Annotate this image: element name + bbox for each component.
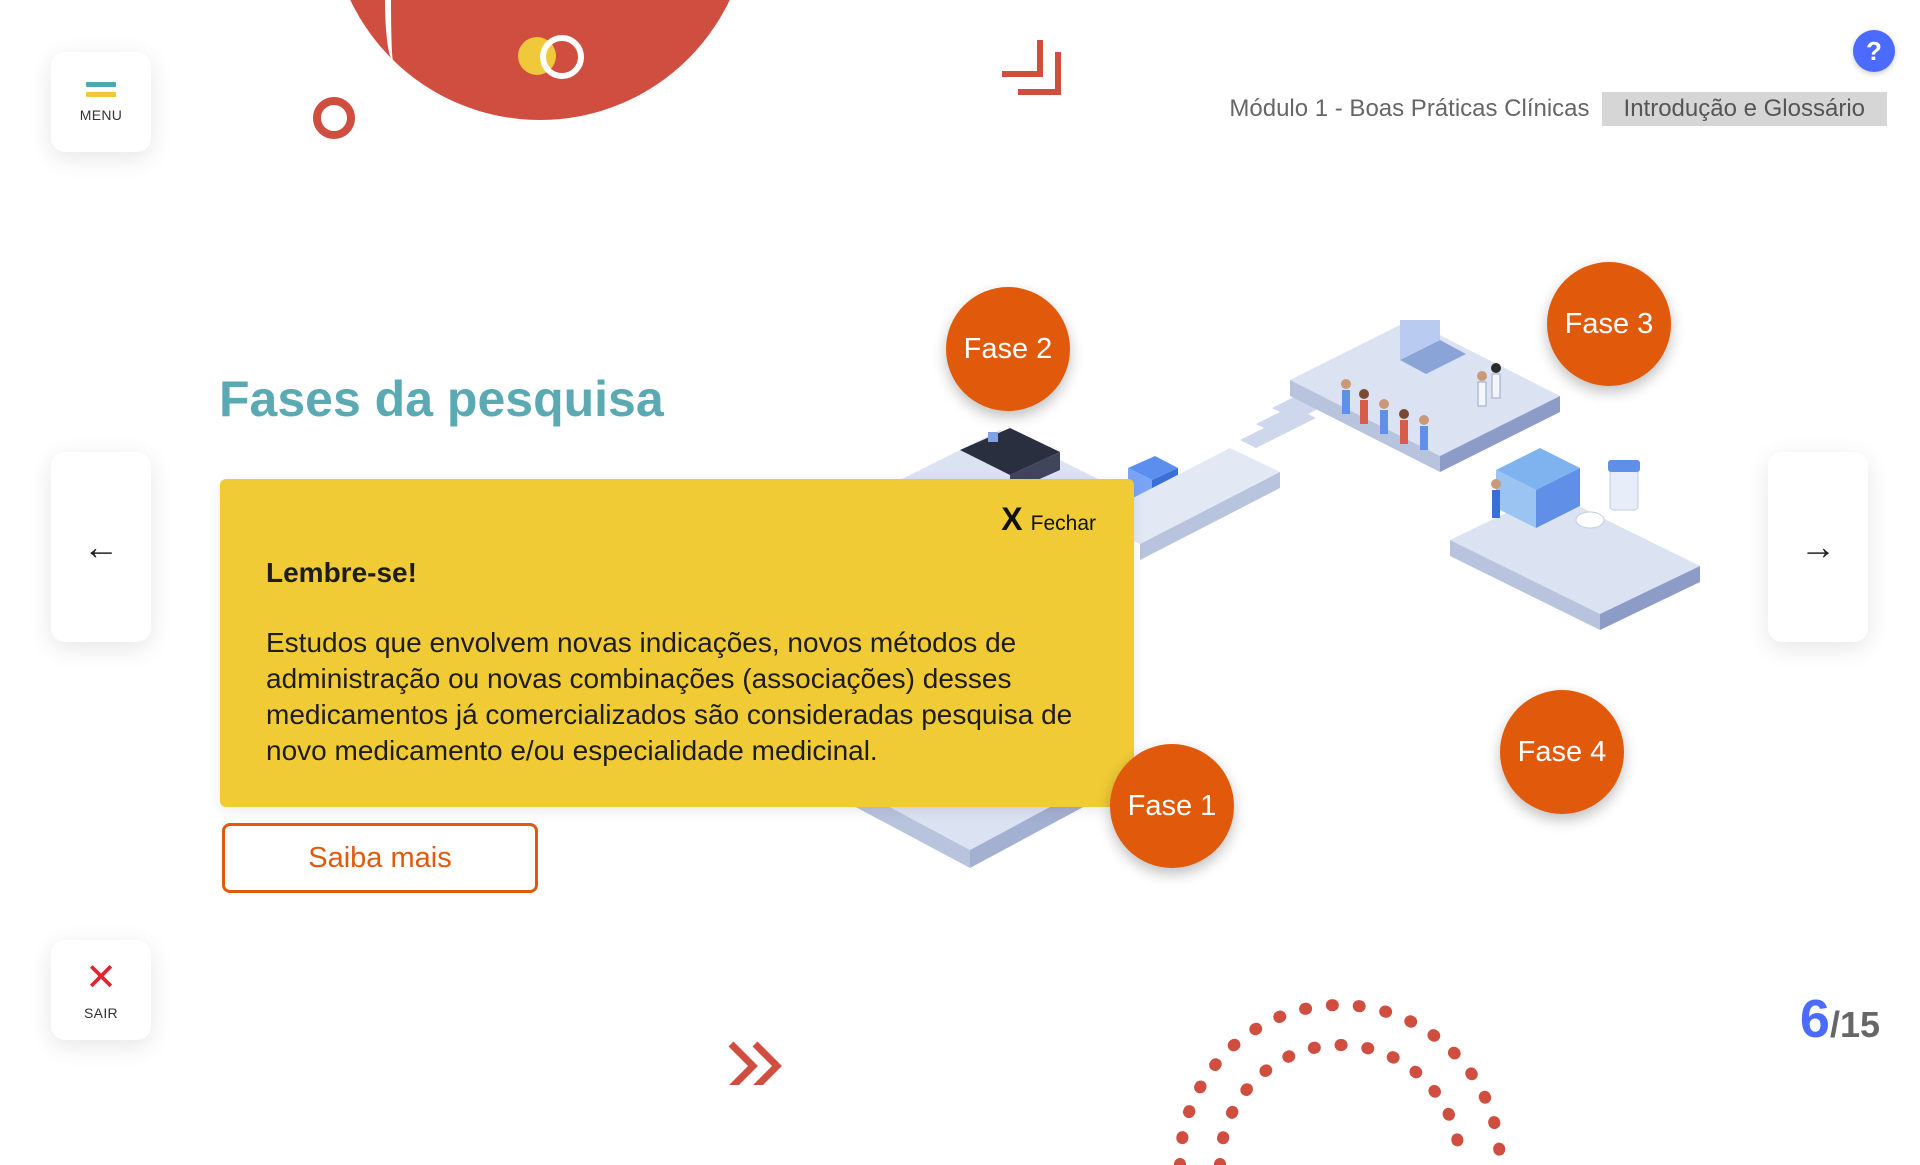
menu-button[interactable]: MENU bbox=[51, 52, 151, 152]
modal-close-button[interactable]: X Fechar bbox=[1001, 503, 1096, 536]
exit-label: SAIR bbox=[84, 1005, 118, 1021]
phase-4-bubble[interactable]: Fase 4 bbox=[1500, 690, 1624, 814]
exit-button[interactable]: ✕ SAIR bbox=[51, 940, 151, 1040]
modal-heading: Lembre-se! bbox=[266, 557, 417, 588]
next-page-button[interactable]: → bbox=[1768, 452, 1868, 642]
page-title: Fases da pesquisa bbox=[219, 371, 664, 427]
arrow-right-icon: → bbox=[1800, 526, 1836, 567]
previous-page-button[interactable]: ← bbox=[51, 452, 151, 642]
learn-more-button[interactable]: Saiba mais bbox=[222, 823, 538, 893]
arrow-left-icon: ← bbox=[83, 526, 119, 567]
close-icon: ✕ bbox=[85, 957, 117, 999]
decorative-white-ring bbox=[540, 35, 584, 79]
close-label: Fechar bbox=[1030, 512, 1096, 535]
decorative-dotted-arcs bbox=[1174, 999, 1506, 1165]
breadcrumb-module: Módulo 1 - Boas Práticas Clínicas bbox=[1229, 95, 1590, 122]
decorative-chevrons bbox=[728, 1041, 782, 1085]
phase-1-bubble[interactable]: Fase 1 bbox=[1110, 744, 1234, 868]
current-page: 6 bbox=[1799, 989, 1830, 1049]
decorative-corner-lines bbox=[1002, 40, 1061, 95]
menu-label: MENU bbox=[79, 106, 123, 123]
reminder-modal: X Fechar Lembre-se! Estudos que envolvem… bbox=[220, 479, 1134, 807]
help-button[interactable]: ? bbox=[1853, 30, 1895, 72]
close-icon: X bbox=[1001, 501, 1023, 537]
breadcrumb: Módulo 1 - Boas Práticas Clínicas Introd… bbox=[1229, 92, 1887, 126]
decorative-ring bbox=[313, 97, 355, 139]
hamburger-icon bbox=[86, 81, 116, 97]
phase-3-bubble[interactable]: Fase 3 bbox=[1547, 262, 1671, 386]
breadcrumb-section: Introdução e Glossário bbox=[1601, 92, 1887, 126]
modal-body: Estudos que envolvem novas indicações, n… bbox=[266, 627, 1073, 766]
phase-2-bubble[interactable]: Fase 2 bbox=[946, 287, 1070, 411]
total-pages: /15 bbox=[1829, 1004, 1880, 1045]
page-counter: 6 /15 bbox=[1800, 988, 1880, 1050]
